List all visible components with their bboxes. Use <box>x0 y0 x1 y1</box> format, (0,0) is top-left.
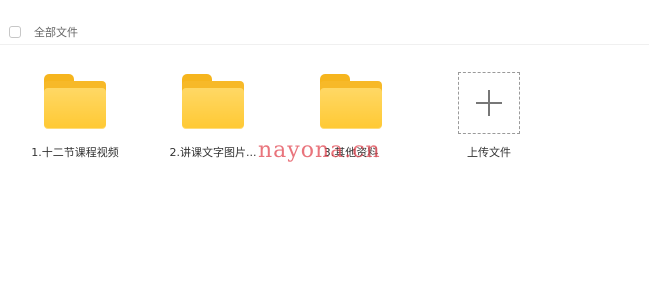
folder-item[interactable]: 2.讲课文字图片... <box>153 60 273 160</box>
select-all-checkbox[interactable] <box>9 26 21 38</box>
file-grid: 1.十二节课程视频 2.讲课文字图片... 3.其他资料 上传文件 <box>0 60 649 190</box>
upload-button[interactable] <box>458 72 520 134</box>
folder-item[interactable]: 1.十二节课程视频 <box>15 60 135 160</box>
folder-name: 3.其他资料 <box>323 146 379 159</box>
upload-item[interactable]: 上传文件 <box>429 60 549 160</box>
folder-icon <box>320 72 382 130</box>
upload-label: 上传文件 <box>467 146 511 159</box>
back-icon[interactable]: ‹ <box>6 0 12 6</box>
select-all-label: 全部文件 <box>34 26 78 39</box>
file-browser: ‹ › 全部文件 1.十二节课程视频 2.讲课文字图片... <box>0 0 649 299</box>
list-header: 全部文件 <box>0 20 649 45</box>
plus-icon <box>476 90 502 116</box>
forward-icon[interactable]: › <box>18 0 24 6</box>
folder-name: 2.讲课文字图片... <box>169 146 257 159</box>
nav-icons: ‹ › <box>6 0 23 6</box>
folder-icon <box>44 72 106 130</box>
top-toolbar: ‹ › <box>0 0 649 6</box>
folder-name: 1.十二节课程视频 <box>31 146 119 159</box>
folder-item[interactable]: 3.其他资料 <box>291 60 411 160</box>
folder-icon <box>182 72 244 130</box>
